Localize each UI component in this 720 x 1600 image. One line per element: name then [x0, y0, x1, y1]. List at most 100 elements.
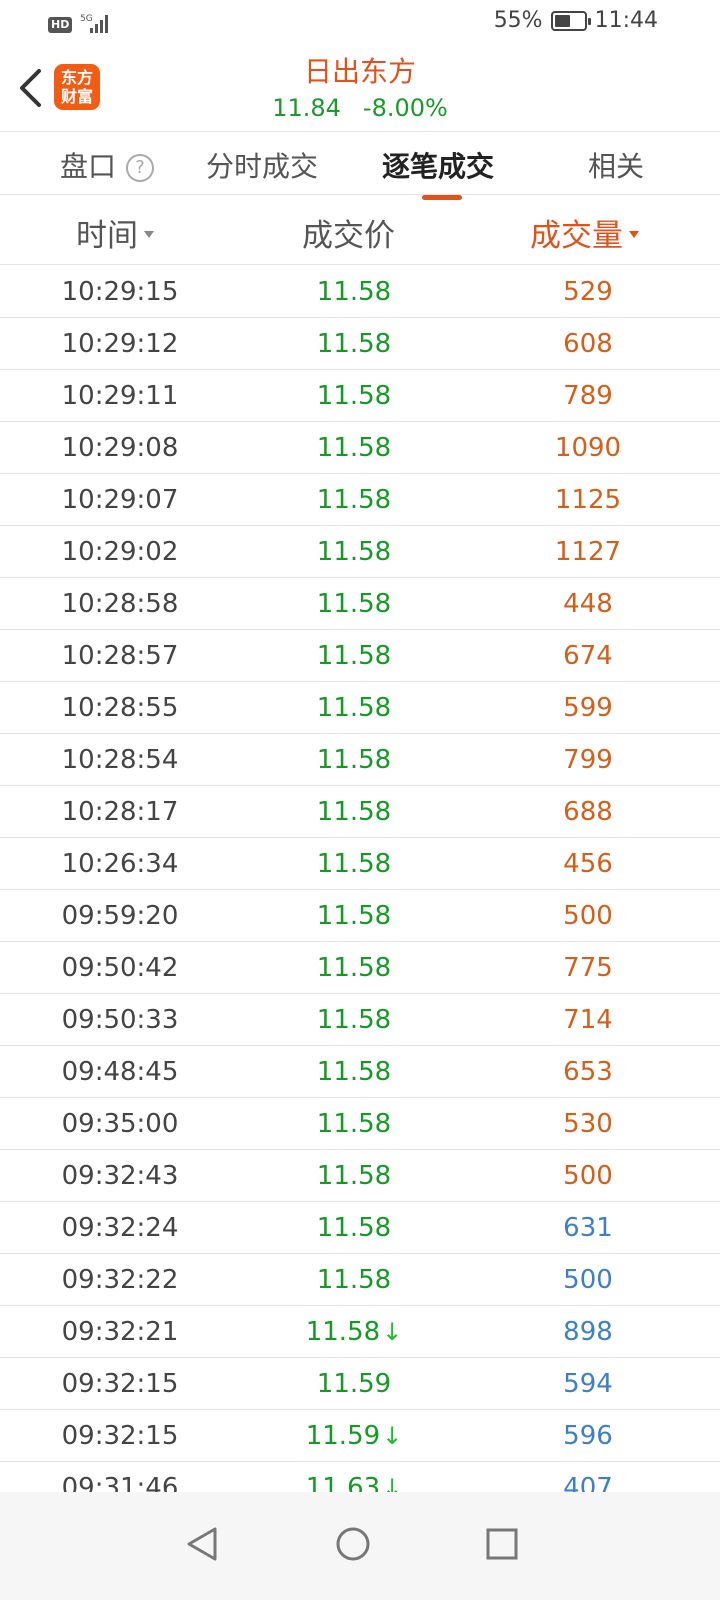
- trade-price-value: 11.58: [316, 1213, 392, 1243]
- trade-price-value: 11.58: [316, 1057, 392, 1087]
- trade-time: 09:32:21: [61, 1317, 179, 1347]
- network-label: 5G: [80, 14, 93, 24]
- trade-volume: 407: [563, 1473, 613, 1492]
- trade-volume: 529: [563, 277, 613, 307]
- trade-volume: 799: [563, 745, 613, 775]
- trade-price: 11.58: [274, 1213, 434, 1243]
- column-header-time[interactable]: 时间: [76, 210, 154, 255]
- stock-quote: 11.84 -8.00%: [0, 94, 720, 122]
- trade-row: 09:32:24 11.58 631: [0, 1202, 720, 1254]
- trade-time: 10:28:57: [61, 641, 179, 671]
- trade-time: 10:29:02: [61, 537, 179, 567]
- trade-time: 09:32:24: [61, 1213, 179, 1243]
- trade-volume: 596: [563, 1421, 613, 1451]
- trade-row: 10:28:17 11.58 688: [0, 786, 720, 838]
- trade-volume: 775: [563, 953, 613, 983]
- trade-price: 11.58: [274, 381, 434, 411]
- trade-price: 11.58: [274, 1161, 434, 1191]
- trade-volume: 674: [563, 641, 613, 671]
- trade-row: 10:28:58 11.58 448: [0, 578, 720, 630]
- trade-row: 09:32:15 11.59↓ 596: [0, 1410, 720, 1462]
- tab-tick-trades[interactable]: 逐笔成交: [382, 145, 495, 200]
- tab-time-sharing-trades[interactable]: 分时成交: [206, 145, 318, 185]
- trade-row: 10:29:12 11.58 608: [0, 318, 720, 370]
- trade-price-value: 11.58: [316, 381, 392, 411]
- nav-home-button[interactable]: [321, 1512, 385, 1576]
- trade-row: 09:32:22 11.58 500: [0, 1254, 720, 1306]
- nav-back-button[interactable]: [170, 1512, 234, 1576]
- nav-recents-button[interactable]: [470, 1512, 534, 1576]
- trade-row: 09:32:43 11.58 500: [0, 1150, 720, 1202]
- trade-price: 11.58: [274, 1265, 434, 1295]
- trade-price: 11.58: [274, 1057, 434, 1087]
- tab-related[interactable]: 相关: [588, 145, 644, 185]
- trade-price-value: 11.58: [316, 1265, 392, 1295]
- trade-volume: 1090: [554, 433, 622, 463]
- trade-row: 10:29:15 11.58 529: [0, 266, 720, 318]
- trade-price-value: 11.58: [316, 485, 392, 515]
- trade-price-value: 11.58: [316, 589, 392, 619]
- system-nav-bar: [0, 1492, 720, 1600]
- trade-price: 11.58: [274, 277, 434, 307]
- trade-time: 10:26:34: [61, 849, 179, 879]
- trade-price: 11.58: [274, 745, 434, 775]
- trade-price-value: 11.59: [305, 1421, 381, 1451]
- trade-price-value: 11.58: [316, 849, 392, 879]
- trade-time: 09:48:45: [61, 1057, 179, 1087]
- column-header-volume[interactable]: 成交量: [530, 210, 639, 255]
- trade-row: 09:32:21 11.58↓ 898: [0, 1306, 720, 1358]
- trade-time: 10:29:15: [61, 277, 179, 307]
- trade-price-value: 11.58: [316, 953, 392, 983]
- tab-label: 相关: [588, 150, 645, 183]
- trade-volume: 500: [563, 901, 613, 931]
- circle-home-icon: [336, 1527, 370, 1561]
- trade-time: 09:32:15: [61, 1369, 179, 1399]
- stock-name: 日出东方: [303, 55, 416, 88]
- trade-volume: 688: [563, 797, 613, 827]
- trade-price: 11.58: [274, 1109, 434, 1139]
- trade-time: 09:50:42: [61, 953, 179, 983]
- trade-list[interactable]: 10:29:15 11.58 529 10:29:12 11.58 608 10:29:11…: [0, 266, 720, 1492]
- battery-percent: 55%: [493, 8, 543, 33]
- trade-time: 09:32:43: [61, 1161, 179, 1191]
- status-bar: HD 5G 55% 11:44: [0, 0, 720, 46]
- trade-price-value: 11.58: [316, 641, 392, 671]
- status-left: HD 5G: [48, 12, 112, 38]
- battery-icon: [550, 10, 591, 31]
- app-header: 东方 财富 日出东方 11.84 -8.00%: [0, 46, 720, 132]
- trade-row: 10:28:57 11.58 674: [0, 630, 720, 682]
- trade-price-value: 11.59: [316, 1369, 392, 1399]
- trade-row: 09:48:45 11.58 653: [0, 1046, 720, 1098]
- trade-price-value: 11.58: [316, 433, 392, 463]
- signal-icon: 5G: [80, 12, 112, 38]
- trade-volume: 714: [563, 1005, 613, 1035]
- trade-time: 09:59:20: [61, 901, 179, 931]
- trade-volume: 1127: [554, 537, 622, 567]
- trade-time: 10:28:54: [61, 745, 179, 775]
- trade-row: 10:29:02 11.58 1127: [0, 526, 720, 578]
- tab-label: 盘口: [60, 150, 117, 183]
- trade-volume: 789: [563, 381, 613, 411]
- trade-volume: 599: [563, 693, 613, 723]
- trade-price: 11.58: [274, 797, 434, 827]
- trade-row: 09:59:20 11.58 500: [0, 890, 720, 942]
- trade-row: 10:28:54 11.58 799: [0, 734, 720, 786]
- down-arrow-icon: ↓: [382, 1318, 403, 1346]
- trade-price: 11.59↓: [274, 1421, 434, 1451]
- trade-volume: 500: [563, 1161, 613, 1191]
- tab-label: 分时成交: [206, 150, 319, 183]
- trade-row: 10:26:34 11.58 456: [0, 838, 720, 890]
- stock-price: 11.84: [272, 94, 341, 122]
- trade-volume: 1125: [554, 485, 622, 515]
- tab-label: 逐笔成交: [382, 150, 495, 183]
- question-circle-icon[interactable]: ?: [126, 154, 155, 182]
- trade-row: 09:35:00 11.58 530: [0, 1098, 720, 1150]
- trade-price: 11.58: [274, 589, 434, 619]
- trade-volume: 631: [563, 1213, 613, 1243]
- status-right: 55% 11:44: [494, 8, 658, 33]
- trade-price-value: 11.58: [316, 277, 392, 307]
- trade-time: 10:29:11: [61, 381, 179, 411]
- tab-pankou[interactable]: 盘口?: [60, 145, 155, 185]
- down-arrow-icon: ↓: [382, 1422, 403, 1450]
- trade-price: 11.58↓: [274, 1317, 434, 1347]
